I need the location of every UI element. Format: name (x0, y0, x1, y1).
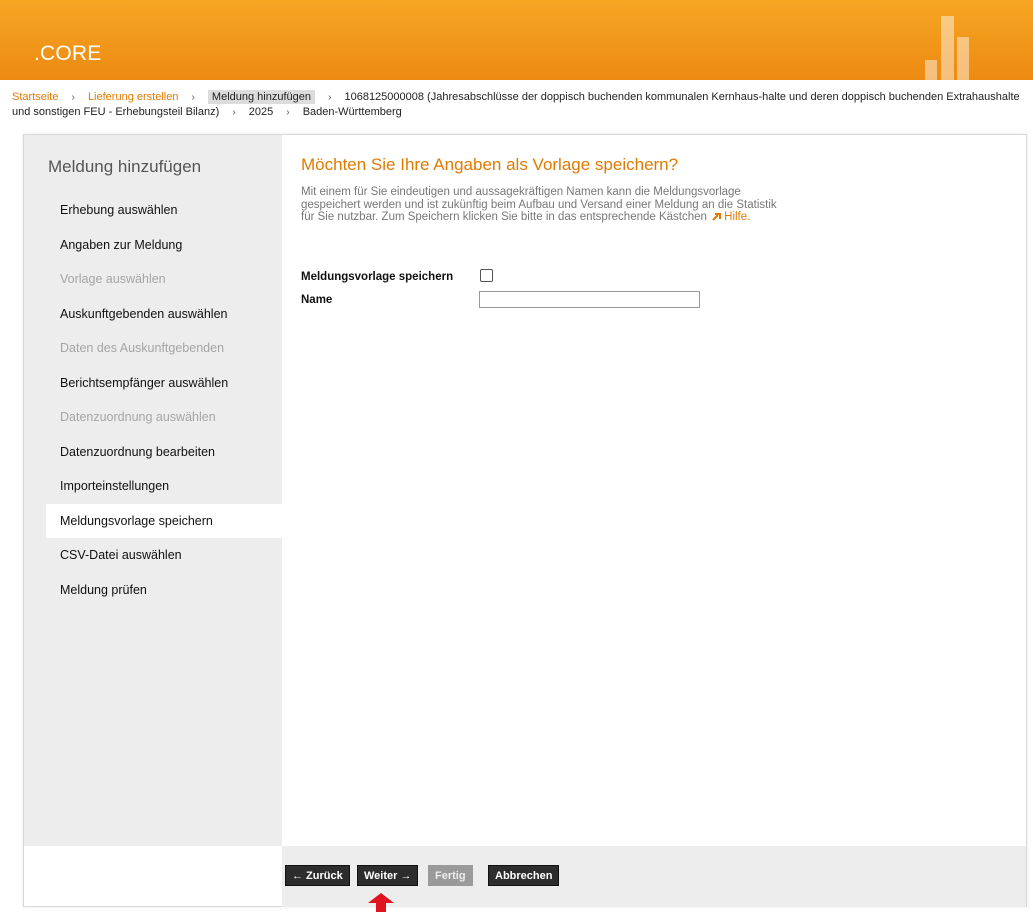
sidebar-item-meldungsvorlage-speichern[interactable]: Meldungsvorlage speichern (46, 503, 282, 538)
cancel-button[interactable]: Abbrechen (488, 865, 560, 886)
help-link[interactable]: Hilfe. (710, 211, 750, 223)
main-content: Möchten Sie Ihre Angaben als Vorlage spe… (282, 135, 1026, 846)
sidebar-item-datenzuordnung-auswaehlen: Datenzuordnung auswählen (60, 410, 216, 424)
sidebar-item-meldung-pruefen[interactable]: Meldung prüfen (24, 573, 282, 608)
app-logo[interactable]: .CORE (34, 42, 102, 66)
back-button[interactable]: ← Zurück (285, 865, 350, 886)
breadcrumb-separator: › (71, 92, 75, 103)
sidebar-steps: Erhebung auswählen Angaben zur Meldung V… (24, 193, 282, 607)
breadcrumb: Startseite › Lieferung erstellen › Meldu… (12, 90, 1022, 120)
page-description: Mit einem für Sie eindeutigen und aussag… (301, 186, 781, 224)
page-title: Möchten Sie Ihre Angaben als Vorlage spe… (301, 155, 679, 174)
finish-button: Fertig (428, 865, 473, 886)
next-button[interactable]: Weiter → (357, 865, 419, 886)
header-bars-decoration (883, 0, 1033, 80)
description-text: Mit einem für Sie eindeutigen und aussag… (301, 186, 777, 223)
wizard-panel: Meldung hinzufügen Erhebung auswählen An… (23, 134, 1027, 907)
breadcrumb-separator: › (286, 107, 290, 118)
sidebar-item-daten-des-auskunftgebenden: Daten des Auskunftgebenden (60, 341, 225, 355)
sidebar-item-datenzuordnung-bearbeiten[interactable]: Datenzuordnung bearbeiten (24, 435, 282, 470)
app-header: .CORE (0, 0, 1033, 80)
sidebar-item-angaben-zur-meldung[interactable]: Angaben zur Meldung (24, 228, 282, 263)
sidebar-item-auskunftgebenden-auswaehlen[interactable]: Auskunftgebenden auswählen (24, 297, 282, 332)
sidebar-title: Meldung hinzufügen (48, 157, 202, 176)
breadcrumb-state: Baden-Württemberg (302, 106, 402, 118)
breadcrumb-year: 2025 (248, 106, 274, 118)
breadcrumb-separator: › (232, 107, 236, 118)
name-label: Name (301, 294, 333, 306)
sidebar-item-importeinstellungen[interactable]: Importeinstellungen (24, 469, 282, 504)
save-template-checkbox[interactable] (480, 269, 493, 282)
sidebar-item-erhebung-auswaehlen[interactable]: Erhebung auswählen (24, 193, 282, 228)
breadcrumb-separator: › (191, 92, 195, 103)
sidebar-item-berichtsempfaenger-auswaehlen[interactable]: Berichtsempfänger auswählen (24, 366, 282, 401)
save-template-label: Meldungsvorlage speichern (301, 271, 454, 283)
sidebar-item-csv-datei-auswaehlen[interactable]: CSV-Datei auswählen (24, 538, 282, 573)
breadcrumb-meldung-hinzufuegen: Meldung hinzufügen (207, 90, 315, 104)
breadcrumb-separator: › (328, 92, 332, 103)
sidebar-item-vorlage-auswaehlen: Vorlage auswählen (60, 272, 166, 286)
red-arrow-icon (368, 893, 394, 912)
breadcrumb-lieferung-erstellen[interactable]: Lieferung erstellen (88, 91, 179, 103)
help-link-label: Hilfe (724, 211, 748, 223)
name-input[interactable] (479, 291, 700, 308)
wizard-sidebar: Meldung hinzufügen Erhebung auswählen An… (24, 135, 282, 846)
external-link-icon (712, 213, 722, 221)
breadcrumb-startseite[interactable]: Startseite (12, 91, 58, 103)
